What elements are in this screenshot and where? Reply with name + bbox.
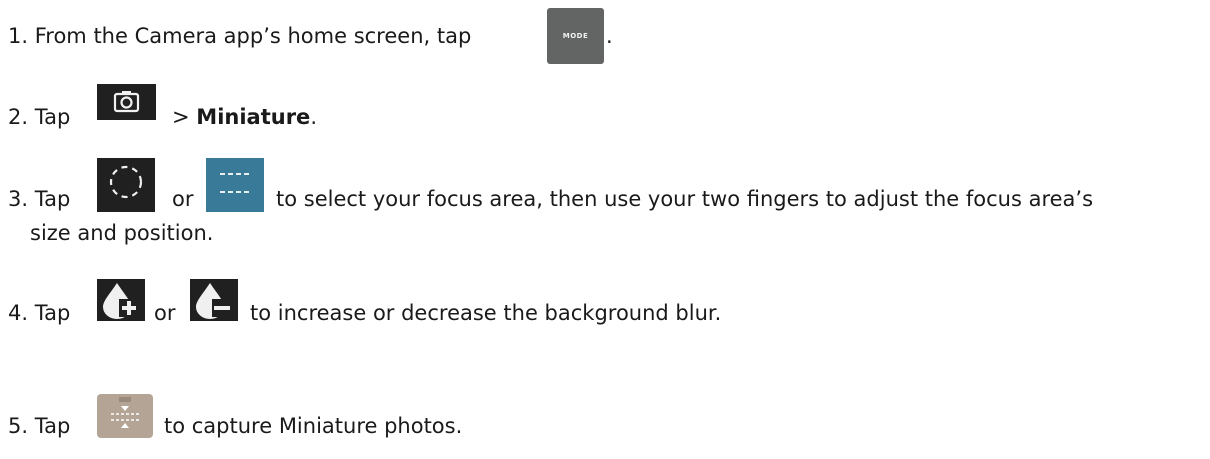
camera-icon <box>97 84 156 120</box>
step-1: 1. From the Camera app’s home screen, ta… <box>8 22 471 50</box>
step-3-or: or <box>172 185 193 213</box>
mode-button-icon: MODE <box>547 8 604 64</box>
blur-decrease-glyph <box>196 283 234 319</box>
linear-focus-glyph <box>220 173 250 193</box>
circle-focus-glyph <box>109 165 143 199</box>
step-text: Tap <box>34 187 71 211</box>
step-number: 1. <box>8 24 29 48</box>
step-number: 3. <box>8 187 29 211</box>
step-3-end: to select your focus area, then use your… <box>276 185 1093 213</box>
circle-focus-icon <box>97 158 155 212</box>
step-4: 4. Tap <box>8 299 70 327</box>
step-text: to capture Miniature photos. <box>164 414 463 438</box>
step-number: 4. <box>8 301 29 325</box>
step-connector: or <box>172 187 194 211</box>
step-1-end: . <box>606 22 613 50</box>
linear-focus-icon <box>206 158 264 212</box>
camera-icon-glyph <box>113 91 140 113</box>
step-text: to increase or decrease the background b… <box>250 301 722 325</box>
step-text: Tap <box>34 105 71 129</box>
step-text-line2: size and position. <box>30 221 214 245</box>
step-2-end: > Miniature. <box>172 103 317 131</box>
step-4-end: to increase or decrease the background b… <box>250 299 721 327</box>
step-number: 5. <box>8 414 29 438</box>
blur-increase-icon <box>97 279 145 321</box>
step-text: to select your focus area, then use your… <box>276 187 1094 211</box>
step-text-end: . <box>310 105 317 129</box>
blur-increase-glyph <box>103 283 139 319</box>
step-5: 5. Tap <box>8 412 70 440</box>
step-3-line-2: size and position. <box>30 219 213 247</box>
step-connector: or <box>154 301 176 325</box>
step-text-arrow: > <box>172 105 190 129</box>
mode-button-label: MODE <box>562 32 589 40</box>
step-text: From the Camera app’s home screen, tap <box>34 24 472 48</box>
step-text: Tap <box>34 414 71 438</box>
step-5-end: to capture Miniature photos. <box>164 412 462 440</box>
step-2: 2. Tap <box>8 103 70 131</box>
step-4-or: or <box>154 299 175 327</box>
step-3: 3. Tap <box>8 185 70 213</box>
blur-decrease-icon <box>190 279 238 321</box>
miniature-capture-icon <box>97 394 153 438</box>
step-text-end: . <box>606 24 613 48</box>
step-text: Tap <box>34 301 71 325</box>
step-number: 2. <box>8 105 29 129</box>
step-text-bold: Miniature <box>196 105 311 129</box>
miniature-capture-glyph <box>111 397 139 428</box>
